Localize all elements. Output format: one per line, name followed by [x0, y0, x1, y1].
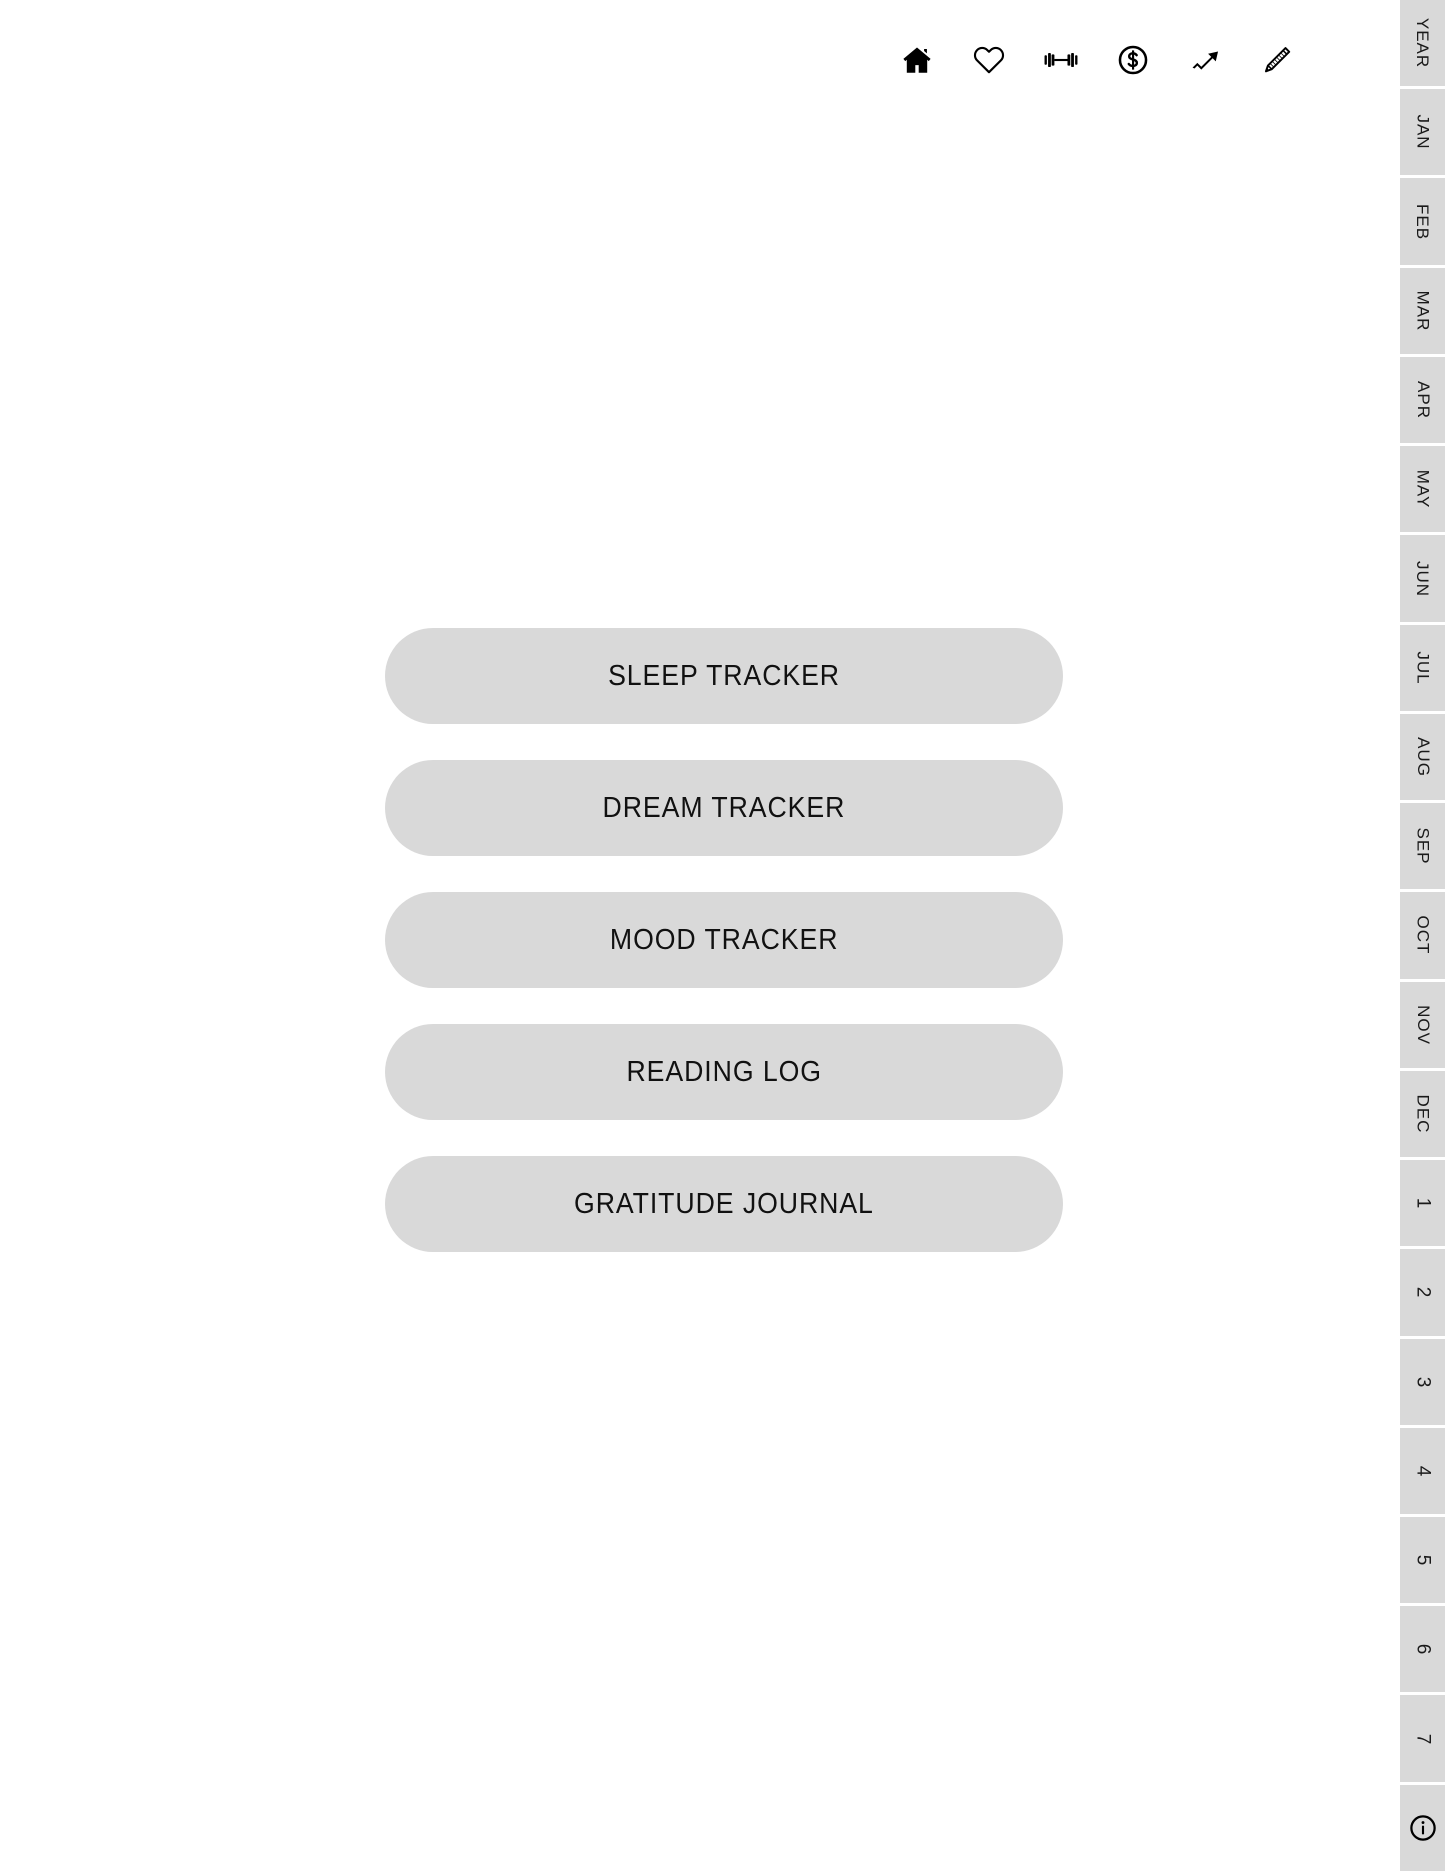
- sidebar-tab-label: 5: [1412, 1554, 1434, 1566]
- sleep-tracker-label: SLEEP TRACKER: [608, 659, 840, 692]
- sidebar-tab-label: FEB: [1413, 203, 1433, 240]
- dumbbell-icon[interactable]: [1039, 38, 1083, 82]
- sidebar-tab-week-4[interactable]: 4: [1400, 1427, 1445, 1517]
- sidebar-tab-label: DEC: [1413, 1094, 1433, 1134]
- gratitude-journal-label: GRATITUDE JOURNAL: [574, 1187, 874, 1220]
- sidebar-tab-label: JUN: [1413, 560, 1433, 597]
- sidebar-tab-week-5[interactable]: 5: [1400, 1516, 1445, 1607]
- sidebar-tab-oct[interactable]: OCT: [1400, 892, 1445, 982]
- top-icon-nav: [895, 38, 1299, 82]
- sidebar-tab-week-6[interactable]: 6: [1400, 1606, 1445, 1696]
- dream-tracker-button[interactable]: DREAM TRACKER: [385, 760, 1063, 856]
- sidebar-tab-week-3[interactable]: 3: [1400, 1338, 1445, 1428]
- info-circle-icon: [1408, 1813, 1438, 1843]
- sidebar-tab-label: 3: [1412, 1376, 1434, 1387]
- sidebar-tab-label: JUL: [1413, 651, 1433, 685]
- gratitude-journal-button[interactable]: GRATITUDE JOURNAL: [385, 1156, 1063, 1252]
- sleep-tracker-button[interactable]: SLEEP TRACKER: [385, 628, 1063, 724]
- sidebar-tab-nov[interactable]: NOV: [1400, 981, 1445, 1071]
- sidebar-tab-label: APR: [1413, 381, 1433, 420]
- sidebar-tab-feb[interactable]: FEB: [1400, 178, 1445, 268]
- planner-page: SLEEP TRACKER DREAM TRACKER MOOD TRACKER…: [0, 0, 1445, 1871]
- tracker-button-list: SLEEP TRACKER DREAM TRACKER MOOD TRACKER…: [385, 628, 1063, 1252]
- sidebar-tab-aug[interactable]: AUG: [1400, 713, 1445, 804]
- sidebar-tab-label: 4: [1412, 1465, 1434, 1477]
- dollar-circle-icon[interactable]: [1111, 38, 1155, 82]
- sidebar-tab-week-7[interactable]: 7: [1400, 1695, 1445, 1785]
- sidebar-tab-apr[interactable]: APR: [1400, 356, 1445, 447]
- sidebar-tab-sep[interactable]: SEP: [1400, 803, 1445, 893]
- sidebar-tab-label: JAN: [1413, 114, 1433, 150]
- sidebar-tab-label: OCT: [1413, 916, 1433, 955]
- sidebar-tab-label: 2: [1412, 1287, 1434, 1298]
- sidebar-tab-jun[interactable]: JUN: [1400, 535, 1445, 625]
- sidebar-tab-label: MAR: [1413, 290, 1433, 332]
- side-tab-nav: YEAR JAN FEB MAR APR MAY JUN JUL AUG SEP…: [1400, 0, 1445, 1871]
- mood-tracker-label: MOOD TRACKER: [609, 923, 839, 956]
- sidebar-tab-year[interactable]: YEAR: [1400, 0, 1445, 90]
- mood-tracker-button[interactable]: MOOD TRACKER: [385, 892, 1063, 988]
- sidebar-tab-label: SEP: [1413, 827, 1433, 865]
- reading-log-label: READING LOG: [626, 1055, 822, 1088]
- home-icon[interactable]: [895, 38, 939, 82]
- sidebar-tab-jul[interactable]: JUL: [1400, 624, 1445, 714]
- sidebar-tab-info[interactable]: [1400, 1784, 1445, 1871]
- sidebar-tab-label: YEAR: [1413, 17, 1433, 69]
- sidebar-tab-may[interactable]: MAY: [1400, 446, 1445, 536]
- sidebar-tab-week-1[interactable]: 1: [1400, 1160, 1445, 1250]
- sidebar-tab-week-2[interactable]: 2: [1400, 1249, 1445, 1339]
- sidebar-tab-label: AUG: [1413, 737, 1433, 777]
- sidebar-tab-label: 6: [1412, 1644, 1434, 1655]
- sidebar-tab-mar[interactable]: MAR: [1400, 267, 1445, 357]
- sidebar-tab-label: MAY: [1413, 469, 1433, 509]
- dream-tracker-label: DREAM TRACKER: [602, 791, 846, 824]
- sidebar-tab-label: NOV: [1413, 1004, 1433, 1045]
- trending-up-icon[interactable]: [1183, 38, 1227, 82]
- heart-icon[interactable]: [967, 38, 1011, 82]
- sidebar-tab-label: 7: [1412, 1733, 1434, 1744]
- reading-log-button[interactable]: READING LOG: [385, 1024, 1063, 1120]
- pencil-icon[interactable]: [1255, 38, 1299, 82]
- sidebar-tab-jan[interactable]: JAN: [1400, 89, 1445, 179]
- sidebar-tab-dec[interactable]: DEC: [1400, 1070, 1445, 1161]
- sidebar-tab-label: 1: [1412, 1197, 1434, 1209]
